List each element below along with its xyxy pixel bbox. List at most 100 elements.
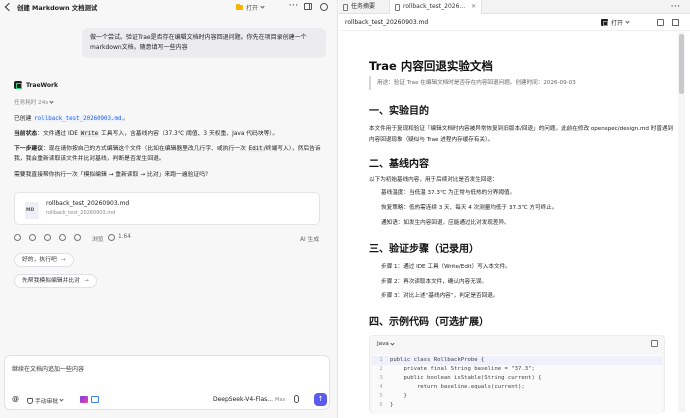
code-language-select[interactable]: Java [377,341,395,347]
ai-generated-label: AI 生成 [300,237,320,243]
line-number: 3 [379,375,383,381]
microphone-icon[interactable] [294,395,299,403]
status-label: 当前状态 [14,131,38,137]
max-mode-label[interactable]: Max [275,397,285,403]
code-block: Java 1 public class RollbackProbe { 2 pri… [369,335,665,414]
new-chat-icon[interactable] [320,3,328,11]
open-label: 打开 [611,20,624,27]
doc-quote: 用途：验证 Trae 在编辑文档时是否存在内容回退问题。创建时间：2026-09… [369,76,669,90]
copy-code-icon[interactable] [651,340,658,347]
arrow-right-icon: → [83,278,89,284]
trae-logo-icon [14,81,22,89]
more-icon[interactable]: ··· [289,2,299,9]
image-gen-icon[interactable] [80,396,88,403]
folder-icon [236,3,243,10]
tab-task-summary[interactable]: 任务摘要 [343,0,375,14]
chip-label: 好的，执行吧 [22,257,57,263]
section-heading-code: 四、示例代码（可选扩展） [369,317,489,328]
mention-icon[interactable]: @ [12,395,19,403]
message-actions: 浏览 1.64 AI 生成 [14,233,330,243]
section-heading-steps: 三、验证步骤（记录用） [369,244,479,255]
chevron-down-icon [389,341,395,346]
code-line: 6} [372,401,393,410]
chevron-down-icon [625,19,630,24]
tab-label: 任务摘要 [351,3,376,10]
next-step-paragraph: 下一步建议：现在请你按自己的方式编辑这个文件（比如在编辑器里改几行字、或执行一次… [14,144,329,164]
copy-icon[interactable] [14,234,21,241]
thumbs-down-icon[interactable] [59,234,66,241]
file-path-bar: rollback_test_20260903.md 打开 [339,14,690,31]
code-text: return baseline.equals(current); [390,384,525,390]
open-folder-button[interactable]: 打开 [236,3,265,12]
suggestion-chip-execute[interactable]: 好的，执行吧 → [14,253,74,267]
scrollbar-thumb[interactable] [679,34,684,94]
approval-mode-select[interactable]: 手动审批 [27,396,64,405]
code-line: 3 public boolean isStable(String current… [372,374,542,383]
code-area: 1 public class RollbackProbe { 2 private … [372,354,662,414]
arrow-right-icon: → [60,257,66,263]
assistant-name: TraeWork [26,81,58,89]
app-window: 创建 Markdown 文档测试 打开 ··· 做一个尝试。验证Trae是否存在… [0,0,690,418]
step-item-1: 步骤 1：通过 IDE 工具（Write/Edit）写入本文件。 [381,264,511,270]
tab-rollback-file[interactable]: rollback_test_2026... ✕ [389,0,483,14]
file-icon [395,3,400,11]
doc-title: Trae 内容回退实验文档 [369,59,493,73]
file-path: rollback_test_20260903.md [46,210,116,216]
code-line: 5 } [372,392,407,401]
line-number: 4 [379,384,383,390]
created-file-code[interactable]: rollback_test_20260903.md [33,116,123,122]
scrollbar[interactable] [678,32,685,412]
back-icon[interactable] [4,2,14,12]
model-select[interactable]: DeepSeek-V4-Flas... [213,396,273,403]
task-duration[interactable]: 任务耗时 24s [14,98,54,106]
code-text: private final String baseline = "37.3"; [390,366,535,372]
section-heading-baseline: 二、基线内容 [369,159,429,170]
chat-input-box[interactable]: 继续在文档内追加一些内容 @ 手动审批 DeepSeek-V4-Flas... … [4,355,330,410]
task-duration-label: 任务耗时 24s [14,100,49,106]
file-path: rollback_test_20260903.md [345,18,429,26]
image-upload-icon[interactable] [91,396,99,403]
copy-icon[interactable] [657,19,664,26]
suggestion-chip-simulate[interactable]: 先帮我模拟编辑并比对 → [14,274,97,288]
open-in-trae-button[interactable]: 打开 [601,18,630,27]
summary-icon [343,3,348,11]
question-paragraph: 需要我直接帮你执行一次「模拟编辑 → 重新读取 → 比对」来跑一遍验证吗？ [14,172,211,178]
chip-label: 先帮我模拟编辑并比对 [22,278,80,284]
file-card[interactable]: MD rollback_test_20260903.md rollback_te… [14,192,320,225]
chat-input[interactable]: 继续在文档内追加一些内容 [12,364,84,373]
next-step-text: ：现在请你按自己的方式编辑这个文件（比如在编辑器里改几行字、或执行一次 [43,146,248,152]
trae-icon [601,19,608,26]
document-panel: 任务摘要 rollback_test_2026... ✕ ··· rollbac… [339,0,690,418]
chat-header: 创建 Markdown 文档测试 打开 ··· [0,0,337,14]
refresh-icon[interactable] [29,234,36,241]
line-number: 2 [379,366,383,372]
line-number: 1 [379,357,383,363]
status-paragraph: 当前状态：文件通过 IDE Write 工具写入，含基线内容（37.3℃ 阈值、… [14,129,329,139]
step-item-3: 步骤 3：对比上述“基线内容”，判定是否回退。 [381,293,499,299]
code-text: } [390,393,407,399]
next-step-label: 下一步建议 [14,146,43,152]
chat-title: 创建 Markdown 文档测试 [17,3,98,12]
hand-icon [27,397,33,404]
close-icon[interactable]: ✕ [471,0,476,14]
expand-icon[interactable] [672,19,679,26]
more-icon[interactable]: ··· [671,0,681,14]
send-button[interactable]: ↑ [314,393,327,406]
chevron-down-icon [49,98,54,104]
code-text: public boolean isStable(String current) … [390,375,542,381]
tab-label: rollback_test_2026... [403,3,466,10]
chevron-down-icon [260,4,265,9]
share-icon[interactable] [74,234,81,241]
baseline-item-1: 基线温度：当低温 37.3℃ 为正常与低热的分界阈值。 [381,190,516,196]
step-item-2: 步骤 2：再次读取本文件，确认内容无误。 [381,279,488,285]
layout-toggle-icon[interactable] [304,3,312,10]
thumbs-up-icon[interactable] [44,234,51,241]
assistant-header: TraeWork [14,81,58,89]
created-suffix: 。 [122,116,129,122]
code-text: public class RollbackProbe { [390,357,485,363]
gauge-icon [108,234,115,241]
markdown-file-icon: MD [25,202,39,219]
view-label[interactable]: 浏览 [92,234,104,243]
user-message: 做一个尝试。验证Trae是否存在编辑文档时内容回退问题。你先在项目录创建一个ma… [82,28,326,58]
tab-bar: 任务摘要 rollback_test_2026... ✕ ··· [339,0,690,14]
